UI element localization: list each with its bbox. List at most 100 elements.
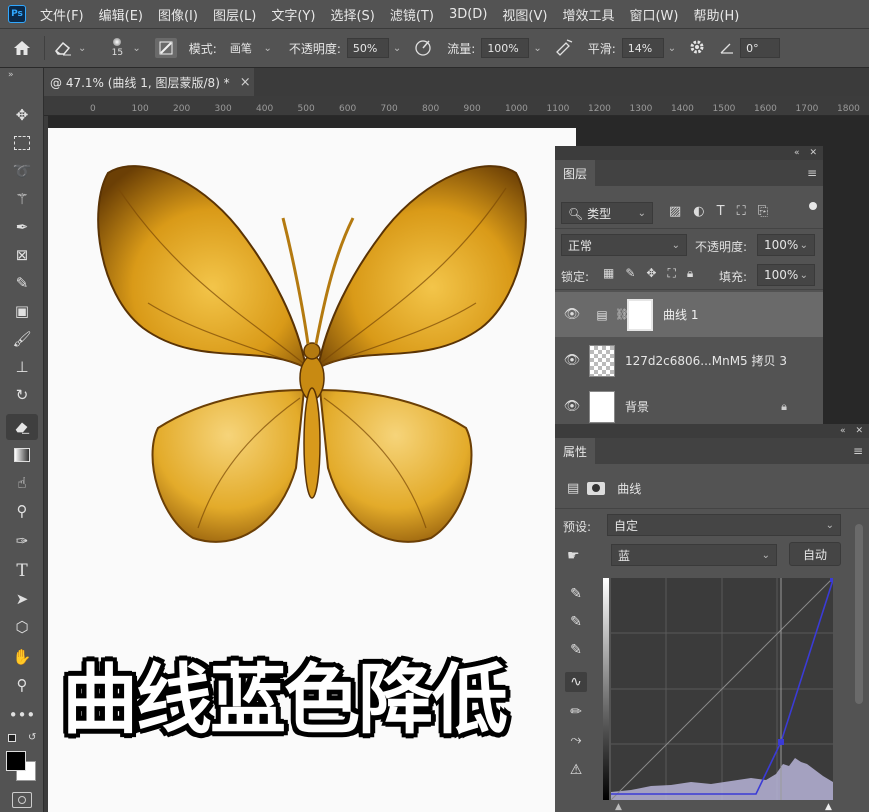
smoothing-options-button[interactable] (688, 38, 706, 59)
angle-control[interactable]: 0° (720, 38, 781, 58)
curves-graph[interactable] (611, 578, 833, 800)
magic-wand-tool[interactable]: ⚚ (6, 186, 38, 212)
brush-size-picker[interactable]: 15 (106, 38, 128, 58)
lock-pixels-icon[interactable]: ✎ (625, 266, 635, 281)
properties-scrollbar[interactable] (855, 524, 863, 704)
menu-layer[interactable]: 图层(L) (213, 5, 256, 24)
lock-transparency-icon[interactable]: ▦ (603, 266, 614, 281)
menu-help[interactable]: 帮助(H) (693, 5, 739, 24)
chevron-down-icon[interactable]: ⌄ (132, 43, 140, 54)
black-slider-icon[interactable]: ▲ (615, 802, 622, 812)
type-filter-icon[interactable]: T (717, 204, 725, 219)
hand-tool[interactable]: ✋ (6, 644, 38, 670)
shape-tool[interactable]: ⬡ (6, 614, 38, 640)
crop-tool[interactable]: ✒ (6, 214, 38, 240)
layer-row-curves[interactable]: 👁︎ ▤ ⛓ 曲线 1 (555, 292, 823, 337)
airbrush-button[interactable] (554, 38, 574, 59)
menu-edit[interactable]: 编辑(E) (99, 5, 143, 24)
menu-filter[interactable]: 滤镜(T) (390, 5, 434, 24)
tab-layers[interactable]: 图层 (555, 160, 596, 186)
layer-filter-select[interactable]: 🔍︎ 类型 ⌄ (561, 202, 653, 224)
lock-all-icon[interactable]: 🔒︎ (687, 266, 693, 281)
draw-curve-button[interactable]: ✏ (565, 702, 587, 722)
history-brush-tool[interactable]: ↻ (6, 382, 38, 408)
smoothing-input[interactable]: 14% (621, 38, 664, 58)
quick-mask-button[interactable] (12, 792, 32, 808)
tab-properties[interactable]: 属性 (555, 438, 596, 464)
stamp-tool[interactable]: ⊥ (6, 354, 38, 380)
document-tab[interactable]: @ 47.1% (曲线 1, 图层蒙版/8) * × (44, 68, 254, 96)
chevron-down-icon[interactable]: ⌄ (393, 43, 401, 54)
menu-plugins[interactable]: 增效工具 (562, 5, 614, 24)
menu-image[interactable]: 图像(I) (158, 5, 198, 24)
black-point-eyedropper[interactable]: ✎ (565, 584, 587, 604)
image-filter-icon[interactable]: ▨ (669, 204, 681, 219)
layer-opacity-input[interactable]: 100% ⌄ (757, 234, 815, 256)
healing-tool[interactable]: ▣ (6, 298, 38, 324)
collapse-panel-icon[interactable]: « (794, 148, 800, 158)
brush-settings-button[interactable] (154, 38, 177, 58)
white-slider-icon[interactable]: ▲ (825, 802, 832, 812)
auto-button[interactable]: 自动 (789, 542, 841, 566)
menu-3d[interactable]: 3D(D) (449, 7, 487, 22)
filter-toggle[interactable] (809, 202, 817, 210)
link-icon[interactable]: ⛓ (615, 308, 629, 321)
foreground-color-swatch[interactable] (6, 751, 26, 771)
layer-row-butterfly[interactable]: 👁︎ 127d2c6806...MnM5 拷贝 3 (555, 338, 823, 383)
panel-menu-icon[interactable]: ≡ (853, 444, 863, 458)
chevron-down-icon[interactable]: ⌄ (533, 43, 541, 54)
close-icon[interactable]: ✕ (855, 426, 863, 436)
shape-filter-icon[interactable]: ⛶ (737, 204, 746, 219)
edit-toolbar-button[interactable]: ••• (6, 702, 38, 728)
clipping-warning-button[interactable]: ⚠ (565, 760, 587, 780)
lock-position-icon[interactable]: ✥ (646, 266, 656, 281)
curves-icon[interactable]: ▤ (567, 481, 579, 496)
brush-tool[interactable]: 🖌 (6, 326, 38, 352)
flow-input[interactable]: 100% (481, 38, 530, 58)
opacity-input[interactable]: 50% (346, 38, 389, 58)
panel-menu-icon[interactable]: ≡ (807, 166, 817, 180)
layer-row-background[interactable]: 👁︎ 背景 🔒︎ (555, 384, 823, 429)
move-tool[interactable]: ✥ (6, 102, 38, 128)
menu-file[interactable]: 文件(F) (40, 5, 84, 24)
blur-tool[interactable]: ☝ (6, 470, 38, 496)
menu-select[interactable]: 选择(S) (330, 5, 374, 24)
frame-tool[interactable]: ⊠ (6, 242, 38, 268)
angle-input[interactable]: 0° (740, 38, 781, 58)
mode-select[interactable]: 画笔 ⌄ (225, 38, 277, 58)
tool-preset-picker[interactable]: ⌄ (53, 40, 86, 56)
smart-object-filter-icon[interactable]: ⎘ (758, 204, 768, 219)
eye-icon[interactable]: 👁︎ (555, 353, 589, 368)
menu-view[interactable]: 视图(V) (502, 5, 547, 24)
dodge-tool[interactable]: ⚲ (6, 498, 38, 524)
home-button[interactable] (0, 40, 44, 56)
targeted-adjustment-icon[interactable]: ☛ (567, 548, 580, 564)
blend-mode-select[interactable]: 正常 ⌄ (561, 234, 687, 256)
pressure-opacity-button[interactable] (413, 38, 433, 59)
menu-type[interactable]: 文字(Y) (271, 5, 315, 24)
marquee-tool[interactable] (6, 130, 38, 156)
close-icon[interactable]: × (240, 75, 251, 90)
eyedropper-tool[interactable]: ✎ (6, 270, 38, 296)
layer-mask-thumbnail[interactable] (627, 298, 653, 331)
adjustment-filter-icon[interactable]: ◐ (693, 204, 704, 219)
eye-icon[interactable]: 👁︎ (555, 399, 589, 414)
collapse-panel-icon[interactable]: » (8, 70, 14, 80)
curve-edit-points-button[interactable]: ∿ (565, 672, 587, 692)
default-colors-icon[interactable] (8, 734, 16, 742)
swap-colors-icon[interactable]: ↺ (28, 732, 36, 743)
lock-artboard-icon[interactable]: ⛶ (667, 266, 675, 281)
mask-icon[interactable] (587, 482, 606, 495)
channel-select[interactable]: 蓝 ⌄ (611, 544, 777, 566)
pen-tool[interactable]: ✑ (6, 528, 38, 554)
lasso-tool[interactable]: ➰ (6, 158, 38, 184)
gradient-tool[interactable] (6, 442, 38, 468)
path-selection-tool[interactable]: ➤ (6, 586, 38, 612)
collapse-panel-icon[interactable]: « (840, 426, 846, 436)
eraser-tool[interactable] (6, 414, 38, 440)
fill-input[interactable]: 100% ⌄ (757, 264, 815, 286)
white-point-eyedropper[interactable]: ✎ (565, 640, 587, 660)
preset-select[interactable]: 自定 ⌄ (607, 514, 841, 536)
zoom-tool[interactable]: ⚲ (6, 672, 38, 698)
eye-icon[interactable]: 👁︎ (555, 307, 589, 322)
